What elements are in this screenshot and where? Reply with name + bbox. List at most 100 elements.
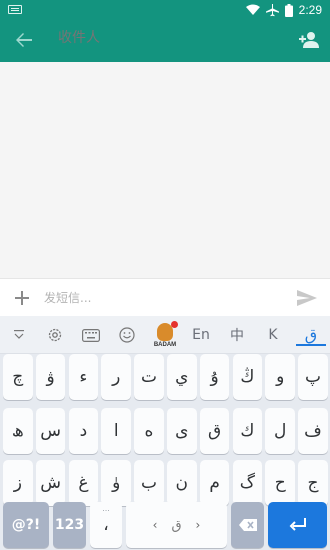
space-label: ق: [171, 517, 182, 533]
key-ى[interactable]: ى: [167, 408, 197, 454]
app-bar: [0, 20, 330, 62]
keyboard-icon[interactable]: [76, 324, 106, 346]
wifi-icon: [245, 4, 260, 16]
key-label: گ: [239, 473, 255, 493]
key-label: چ: [12, 367, 24, 387]
back-arrow-icon[interactable]: [12, 28, 36, 52]
key-ز[interactable]: ز: [3, 460, 33, 506]
key-ق[interactable]: ق: [199, 408, 230, 454]
key-ا[interactable]: ا: [101, 408, 131, 454]
notification-dot: [171, 321, 178, 328]
key-م[interactable]: م: [199, 460, 230, 506]
key-ۈ[interactable]: ۈ: [101, 460, 131, 506]
status-time: 2:29: [298, 3, 322, 17]
space-right-arrow: ›: [195, 518, 201, 532]
key-ج[interactable]: ج: [298, 460, 328, 506]
status-bar: 2:29: [0, 0, 330, 20]
key-ۋ[interactable]: ۋ: [35, 354, 66, 400]
key-label: ز: [13, 473, 22, 493]
key-label: پ: [304, 367, 321, 387]
comma-hint: ...: [102, 504, 110, 513]
keyboard-icon: [8, 5, 22, 14]
key-و[interactable]: و: [265, 354, 295, 400]
key-چ[interactable]: چ: [3, 354, 33, 400]
enter-icon: [289, 518, 306, 531]
key-label: ى: [175, 421, 189, 441]
lang-english[interactable]: En: [186, 324, 216, 346]
key-label: ء: [79, 367, 88, 387]
space-left-arrow: ‹: [152, 518, 158, 532]
key-label: ف: [304, 421, 322, 441]
key-label: ر: [112, 367, 121, 387]
key-ف[interactable]: ف: [298, 408, 328, 454]
gear-icon[interactable]: [40, 324, 70, 346]
key-label: ح: [274, 473, 286, 493]
space-key[interactable]: ‹ ق ›: [126, 502, 227, 548]
keyboard-toolbar: BADAM En 中 K ق: [0, 316, 330, 354]
key-گ[interactable]: گ: [232, 460, 263, 506]
key-ح[interactable]: ح: [265, 460, 295, 506]
key-د[interactable]: د: [68, 408, 99, 454]
key-س[interactable]: س: [35, 408, 66, 454]
lang-chinese[interactable]: 中: [222, 324, 252, 346]
person-add-icon[interactable]: [296, 28, 320, 52]
collapse-icon[interactable]: [4, 324, 34, 346]
key-label: ۈ: [112, 473, 121, 493]
key-ۇ[interactable]: ۇ: [199, 354, 230, 400]
key-label: ش: [40, 473, 61, 493]
lang-kazakh[interactable]: K: [258, 324, 288, 346]
key-label: ل: [274, 421, 287, 441]
key-ك[interactable]: ك: [232, 408, 263, 454]
key-پ[interactable]: پ: [298, 354, 328, 400]
numbers-key[interactable]: 123: [53, 502, 86, 548]
key-label: ڭ: [240, 367, 255, 387]
key-label: ج: [307, 473, 319, 493]
key-ھ[interactable]: ھ: [3, 408, 33, 454]
key-label: غ: [78, 473, 89, 493]
emoji-icon[interactable]: [112, 324, 142, 346]
key-ء[interactable]: ء: [68, 354, 99, 400]
key-ل[interactable]: ل: [265, 408, 295, 454]
key-label: ۋ: [46, 367, 55, 387]
lang-uyghur[interactable]: ق: [296, 324, 326, 346]
badam-logo-text: BADAM: [153, 342, 177, 348]
badam-logo[interactable]: BADAM: [148, 320, 182, 352]
message-input[interactable]: [44, 286, 284, 310]
key-ش[interactable]: ش: [35, 460, 66, 506]
key-ڭ[interactable]: ڭ: [232, 354, 263, 400]
key-label: ا: [113, 421, 119, 441]
recipient-input[interactable]: [58, 30, 258, 46]
send-icon[interactable]: [296, 288, 318, 308]
battery-icon: [284, 3, 293, 17]
key-label: ن: [175, 473, 189, 493]
airplane-icon: [265, 3, 279, 17]
backspace-icon: [238, 519, 257, 531]
comma-label: ،: [103, 515, 109, 535]
key-ر[interactable]: ر: [101, 354, 131, 400]
status-icons: 2:29: [245, 2, 322, 18]
key-label: ي: [175, 367, 189, 387]
key-غ[interactable]: غ: [68, 460, 99, 506]
message-list: [0, 62, 330, 278]
comma-key[interactable]: ... ،: [90, 502, 122, 548]
backspace-key[interactable]: [231, 502, 264, 548]
key-label: ھ: [11, 421, 24, 441]
plus-icon[interactable]: [12, 288, 32, 308]
key-label: و: [276, 367, 285, 387]
compose-bar: [0, 278, 330, 316]
key-label: م: [209, 473, 220, 493]
key-label: ۇ: [210, 367, 219, 387]
key-label: د: [79, 421, 88, 441]
key-label: ب: [140, 473, 157, 493]
enter-key[interactable]: [268, 502, 327, 548]
key-label: ق: [207, 421, 222, 441]
key-ت[interactable]: ت: [134, 354, 164, 400]
key-ب[interactable]: ب: [134, 460, 164, 506]
key-label: ت: [140, 367, 157, 387]
key-ن[interactable]: ن: [167, 460, 197, 506]
symbols-key[interactable]: @?!: [3, 502, 49, 548]
soft-keyboard: BADAM En 中 K ق چۋءرتيۇڭوپھسداەىقكلفزشغۈب…: [0, 316, 330, 550]
key-label: ك: [240, 421, 255, 441]
key-ي[interactable]: ي: [167, 354, 197, 400]
key-ە[interactable]: ە: [134, 408, 164, 454]
